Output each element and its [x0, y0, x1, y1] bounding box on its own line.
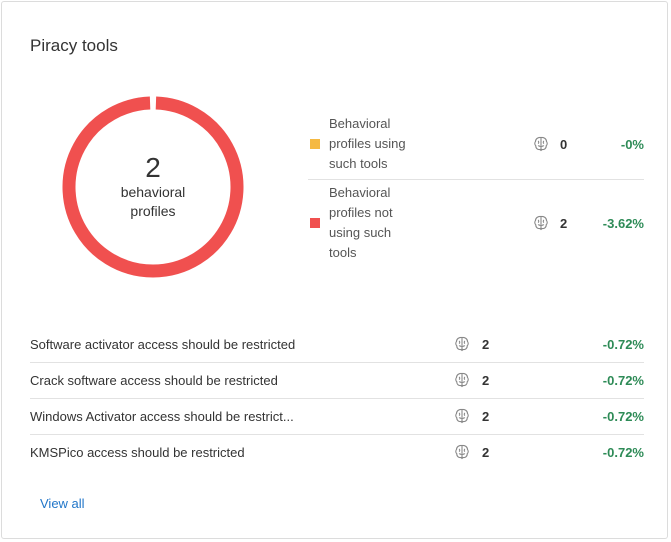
rules-list: Software activator access should be rest…: [30, 327, 644, 470]
brain-icon: [532, 135, 550, 153]
list-item[interactable]: KMSPico access should be restricted 2 -0…: [30, 435, 644, 470]
rule-name: Windows Activator access should be restr…: [30, 409, 294, 424]
brain-icon: [453, 443, 471, 461]
donut-label: behavioral profiles: [120, 184, 186, 219]
rule-count: 2: [482, 409, 490, 424]
card-title: Piracy tools: [30, 36, 118, 55]
legend-change: -0%: [620, 137, 644, 152]
legend-count: 2: [560, 216, 568, 231]
legend-swatch-not-using: [310, 218, 320, 228]
legend-swatch-using: [310, 139, 320, 149]
rule-name: Crack software access should be restrict…: [30, 373, 278, 388]
list-item[interactable]: Software activator access should be rest…: [30, 327, 644, 363]
brain-icon: [453, 371, 471, 389]
legend-label-line: Behavioral: [329, 116, 391, 131]
view-all-link[interactable]: View all: [40, 496, 85, 511]
legend-divider: [308, 179, 644, 180]
brain-icon: [453, 335, 471, 353]
list-item[interactable]: Crack software access should be restrict…: [30, 363, 644, 399]
list-item[interactable]: Windows Activator access should be restr…: [30, 399, 644, 435]
rule-count: 2: [482, 337, 490, 352]
rule-count: 2: [482, 373, 490, 388]
donut-total: 2: [145, 152, 161, 183]
rule-change: -0.72%: [602, 409, 644, 424]
donut-center: 2 behavioral profiles: [60, 94, 246, 280]
legend-label-line: using such: [329, 225, 392, 240]
rule-change: -0.72%: [602, 337, 644, 352]
brain-icon: [532, 214, 550, 232]
rule-count: 2: [482, 445, 490, 460]
legend-label-line: tools: [329, 245, 357, 260]
legend-change: -3.62%: [602, 216, 644, 231]
rule-name: KMSPico access should be restricted: [30, 445, 245, 460]
legend-label-line: such tools: [329, 156, 388, 171]
legend-count: 0: [560, 137, 568, 152]
rule-name: Software activator access should be rest…: [30, 337, 296, 352]
rule-change: -0.72%: [602, 445, 644, 460]
legend-label-line: profiles not: [329, 205, 393, 220]
legend-label-line: profiles using: [329, 136, 406, 151]
rule-change: -0.72%: [602, 373, 644, 388]
piracy-tools-card: Piracy tools 2 behavioral profiles Behav…: [1, 1, 668, 539]
legend-label-line: Behavioral: [329, 185, 391, 200]
brain-icon: [453, 407, 471, 425]
